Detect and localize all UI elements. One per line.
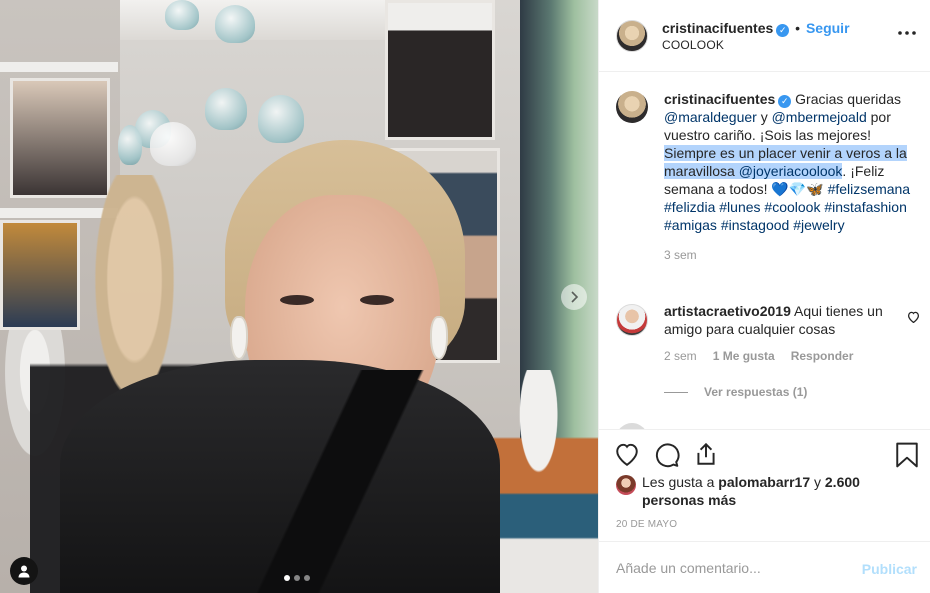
caption-username[interactable]: cristinacifuentes bbox=[664, 91, 775, 107]
lamp bbox=[205, 88, 247, 130]
caption-avatar[interactable] bbox=[616, 91, 648, 123]
likes-middle: y bbox=[810, 474, 825, 490]
post-actions-bar bbox=[599, 429, 930, 479]
photo-frame bbox=[385, 0, 495, 140]
location-link[interactable]: COOLOOK bbox=[662, 38, 850, 52]
comment-text: artistacraetivo2019 Aqui tienes un amigo… bbox=[664, 302, 899, 338]
add-comment-bar: Publicar bbox=[599, 541, 930, 593]
comment-actions: 2 sem 1 Me gusta Responder bbox=[664, 349, 921, 363]
ceiling bbox=[100, 0, 430, 40]
post-header: cristinacifuentes ✓ • Seguir COOLOOK bbox=[599, 0, 930, 72]
lamp bbox=[165, 0, 199, 30]
reply-button[interactable]: Responder bbox=[791, 349, 854, 363]
lamp bbox=[215, 5, 255, 43]
comment-input[interactable] bbox=[616, 559, 846, 576]
hashtag-link[interactable]: #lunes bbox=[719, 199, 760, 215]
liker-avatar[interactable] bbox=[616, 475, 636, 495]
post-side-panel: cristinacifuentes ✓ • Seguir COOLOOK cris… bbox=[598, 0, 930, 593]
eye bbox=[280, 295, 314, 305]
caption: cristinacifuentes ✓ Gracias queridas @mar… bbox=[616, 90, 921, 262]
carousel-dot bbox=[294, 575, 300, 581]
hashtag-link[interactable]: #coolook bbox=[764, 199, 820, 215]
hashtag-link[interactable]: #instafashion bbox=[824, 199, 907, 215]
heart-icon[interactable] bbox=[907, 310, 921, 324]
hashtag-link[interactable]: #felizdia bbox=[664, 199, 715, 215]
lamp bbox=[258, 95, 304, 143]
hashtag-link[interactable]: #felizsemana bbox=[828, 181, 911, 197]
liker-username[interactable]: palomabarr17 bbox=[718, 474, 810, 490]
instagram-post: cristinacifuentes ✓ • Seguir COOLOOK cris… bbox=[0, 0, 930, 593]
share-icon[interactable] bbox=[693, 441, 719, 467]
comments-list[interactable]: cristinacifuentes ✓ Gracias queridas @mar… bbox=[599, 73, 930, 429]
more-options-icon[interactable] bbox=[897, 24, 917, 44]
likes-text: Les gusta a palomabarr17 y 2.600 persona… bbox=[642, 473, 921, 509]
caption-time[interactable]: 3 sem bbox=[664, 248, 921, 262]
verified-badge-icon: ✓ bbox=[776, 23, 790, 37]
hashtag-link[interactable]: #jewelry bbox=[793, 217, 844, 233]
comment-username[interactable]: artistacraetivo2019 bbox=[664, 303, 791, 319]
divider bbox=[664, 391, 688, 393]
comment-icon[interactable] bbox=[654, 442, 680, 468]
shelf bbox=[0, 62, 118, 72]
separator: • bbox=[795, 19, 801, 36]
post-date[interactable]: 20 DE MAYO bbox=[616, 519, 677, 530]
publish-button[interactable]: Publicar bbox=[862, 561, 917, 577]
mention-link[interactable]: @maraldeguer bbox=[664, 109, 757, 125]
comment-avatar[interactable] bbox=[616, 304, 648, 336]
view-replies-button[interactable]: Ver respuestas (1) bbox=[664, 385, 807, 399]
user-tag-icon[interactable] bbox=[10, 557, 38, 585]
likes-prefix: Les gusta a bbox=[642, 474, 719, 490]
view-replies-label: Ver respuestas (1) bbox=[704, 385, 808, 399]
comment-item: artistacraetivo2019 Aqui tienes un amigo… bbox=[616, 302, 921, 363]
carousel-dots bbox=[284, 575, 310, 581]
post-photo[interactable] bbox=[0, 0, 598, 593]
author-block: cristinacifuentes ✓ • Seguir COOLOOK bbox=[662, 20, 850, 52]
caption-text-part: Gracias queridas bbox=[795, 91, 901, 107]
collar bbox=[230, 370, 450, 593]
heart-icon[interactable] bbox=[614, 442, 640, 468]
hashtag-link[interactable]: #instagood bbox=[721, 217, 790, 233]
comment-time[interactable]: 2 sem bbox=[664, 349, 697, 363]
earring bbox=[232, 318, 246, 358]
woman-portrait bbox=[60, 140, 500, 593]
author-username[interactable]: cristinacifuentes bbox=[662, 20, 773, 36]
caption-text: cristinacifuentes ✓ Gracias queridas @mar… bbox=[664, 90, 921, 234]
earring bbox=[432, 318, 446, 358]
bust-statue-scarf bbox=[490, 370, 598, 593]
bookmark-icon[interactable] bbox=[895, 442, 921, 468]
carousel-dot bbox=[304, 575, 310, 581]
verified-badge-icon: ✓ bbox=[778, 95, 792, 108]
author-row: cristinacifuentes ✓ • Seguir bbox=[662, 20, 850, 37]
follow-button[interactable]: Seguir bbox=[806, 20, 850, 36]
chevron-right-icon[interactable] bbox=[561, 284, 587, 310]
caption-text-part: y bbox=[756, 109, 772, 125]
hashtag-link[interactable]: #amigas bbox=[664, 217, 717, 233]
mention-link[interactable]: @joyeriacoolook bbox=[739, 163, 843, 179]
carousel-dot-active bbox=[284, 575, 290, 581]
eye bbox=[360, 295, 394, 305]
likes-summary: Les gusta a palomabarr17 y 2.600 persona… bbox=[616, 473, 921, 509]
comment-likes[interactable]: 1 Me gusta bbox=[713, 349, 775, 363]
mention-link[interactable]: @mbermejoald bbox=[772, 109, 867, 125]
author-avatar[interactable] bbox=[616, 19, 648, 52]
